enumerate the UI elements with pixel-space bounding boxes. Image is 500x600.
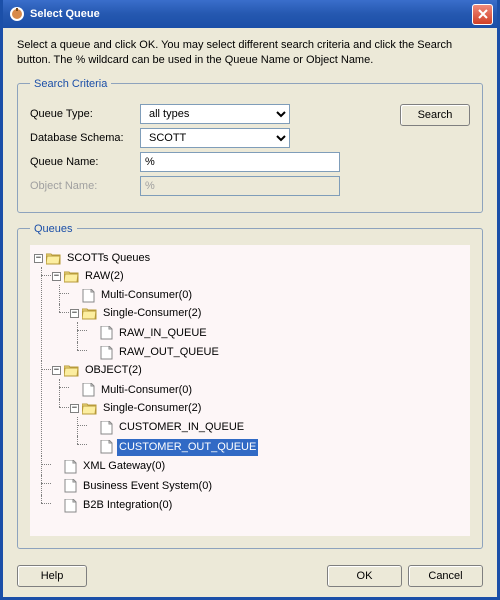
document-icon: [64, 499, 77, 513]
tree-label: RAW_IN_QUEUE: [117, 325, 209, 342]
instructions-text: Select a queue and click OK. You may sel…: [17, 38, 483, 68]
queues-legend: Queues: [30, 223, 77, 235]
tree-label: XML Gateway(0): [81, 458, 167, 475]
tree-raw-out-queue[interactable]: RAW_OUT_QUEUE: [88, 344, 221, 361]
document-icon: [100, 326, 113, 340]
document-icon: [82, 289, 95, 303]
collapse-icon[interactable]: −: [70, 309, 79, 318]
tree-raw-single[interactable]: − Single-Consumer(2): [70, 305, 203, 322]
db-schema-select[interactable]: SCOTT: [140, 128, 290, 148]
document-icon: [64, 460, 77, 474]
document-icon: [82, 383, 95, 397]
tree-label: RAW(2): [83, 268, 126, 285]
tree-raw-in-queue[interactable]: RAW_IN_QUEUE: [88, 325, 209, 342]
tree-label: Single-Consumer(2): [101, 305, 203, 322]
document-icon: [100, 440, 113, 454]
object-name-label: Object Name:: [30, 180, 140, 192]
collapse-icon[interactable]: −: [34, 254, 43, 263]
tree-business-event[interactable]: Business Event System(0): [52, 478, 214, 495]
db-schema-label: Database Schema:: [30, 132, 140, 144]
queue-tree[interactable]: − SCOTTs Queues − RAW(2): [30, 245, 470, 536]
search-criteria-legend: Search Criteria: [30, 78, 111, 90]
tree-label: RAW_OUT_QUEUE: [117, 344, 221, 361]
tree-object[interactable]: − OBJECT(2): [52, 362, 144, 379]
object-name-input: [140, 176, 340, 196]
queues-group: Queues − SCOTTs Queues −: [17, 223, 483, 549]
close-icon: [478, 9, 488, 19]
collapse-icon[interactable]: −: [52, 366, 61, 375]
queue-name-label: Queue Name:: [30, 156, 140, 168]
folder-open-icon: [82, 307, 97, 320]
tree-label: Single-Consumer(2): [101, 400, 203, 417]
collapse-icon[interactable]: −: [52, 272, 61, 281]
collapse-icon[interactable]: −: [70, 404, 79, 413]
tree-label: OBJECT(2): [83, 362, 144, 379]
tree-label: Multi-Consumer(0): [99, 287, 194, 304]
document-icon: [100, 346, 113, 360]
app-icon: [9, 6, 25, 22]
tree-b2b[interactable]: B2B Integration(0): [52, 497, 174, 514]
queue-type-select[interactable]: all types: [140, 104, 290, 124]
dialog-button-bar: Help OK Cancel: [17, 559, 483, 589]
tree-obj-multi[interactable]: Multi-Consumer(0): [70, 382, 194, 399]
tree-customer-in-queue[interactable]: CUSTOMER_IN_QUEUE: [88, 419, 246, 436]
tree-customer-out-queue[interactable]: CUSTOMER_OUT_QUEUE: [88, 439, 258, 456]
tree-label: Multi-Consumer(0): [99, 382, 194, 399]
folder-open-icon: [64, 270, 79, 283]
folder-open-icon: [82, 402, 97, 415]
tree-label: SCOTTs Queues: [65, 250, 152, 267]
titlebar: Select Queue: [3, 0, 497, 28]
search-button[interactable]: Search: [400, 104, 470, 126]
ok-button[interactable]: OK: [327, 565, 402, 587]
document-icon: [100, 421, 113, 435]
tree-label: CUSTOMER_IN_QUEUE: [117, 419, 246, 436]
tree-raw-multi[interactable]: Multi-Consumer(0): [70, 287, 194, 304]
tree-label: Business Event System(0): [81, 478, 214, 495]
window-title: Select Queue: [30, 8, 472, 20]
search-criteria-group: Search Criteria Queue Type: all types Se…: [17, 78, 483, 213]
tree-label-selected: CUSTOMER_OUT_QUEUE: [117, 439, 258, 456]
dialog-select-queue: Select Queue Select a queue and click OK…: [0, 0, 500, 600]
tree-label: B2B Integration(0): [81, 497, 174, 514]
document-icon: [64, 479, 77, 493]
tree-raw[interactable]: − RAW(2): [52, 268, 126, 285]
tree-xml-gateway[interactable]: XML Gateway(0): [52, 458, 167, 475]
help-button[interactable]: Help: [17, 565, 87, 587]
tree-root[interactable]: − SCOTTs Queues: [34, 250, 152, 267]
dialog-content: Select a queue and click OK. You may sel…: [3, 28, 497, 597]
cancel-button[interactable]: Cancel: [408, 565, 483, 587]
queue-type-label: Queue Type:: [30, 108, 140, 120]
folder-open-icon: [64, 364, 79, 377]
tree-obj-single[interactable]: − Single-Consumer(2): [70, 400, 203, 417]
search-button-wrap: Queue Type: all types Search: [30, 104, 470, 124]
close-button[interactable]: [472, 4, 493, 25]
folder-open-icon: [46, 252, 61, 265]
queue-name-input[interactable]: [140, 152, 340, 172]
